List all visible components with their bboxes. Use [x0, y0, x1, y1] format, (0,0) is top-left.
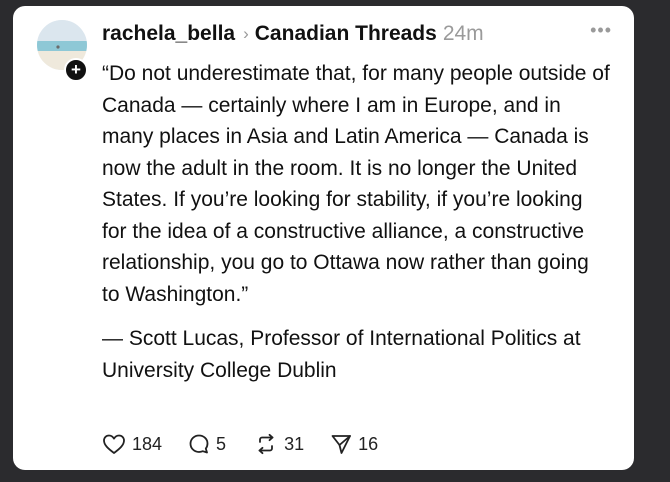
username[interactable]: rachela_bella — [102, 22, 235, 46]
comment-icon — [189, 434, 209, 454]
more-icon[interactable]: ••• — [590, 20, 612, 41]
send-icon — [331, 435, 351, 454]
repost-button[interactable]: 31 — [254, 433, 304, 455]
post-header: rachela_bella › Canadian Threads 24m — [102, 20, 484, 48]
reply-button[interactable]: 5 — [188, 433, 226, 455]
reply-count: 5 — [216, 433, 227, 454]
repost-count: 31 — [284, 433, 305, 454]
post-card: + rachela_bella › Canadian Threads 24m •… — [13, 6, 634, 470]
chevron-right-icon: › — [243, 24, 249, 43]
heart-icon — [103, 434, 125, 454]
community-name[interactable]: Canadian Threads — [255, 22, 437, 46]
post-timestamp: 24m — [442, 22, 484, 45]
share-count: 16 — [358, 433, 379, 454]
post-body: “Do not underestimate that, for many peo… — [102, 58, 612, 386]
like-button[interactable]: 184 — [102, 433, 162, 455]
follow-plus-icon[interactable]: + — [64, 58, 88, 82]
like-count: 184 — [132, 433, 163, 454]
action-bar: 184 5 31 16 — [102, 433, 378, 455]
repost-icon — [258, 433, 274, 455]
quote-attribution: — Scott Lucas, Professor of Internationa… — [102, 327, 581, 382]
share-button[interactable]: 16 — [330, 433, 378, 455]
post-quote: “Do not underestimate that, for many peo… — [102, 62, 610, 306]
